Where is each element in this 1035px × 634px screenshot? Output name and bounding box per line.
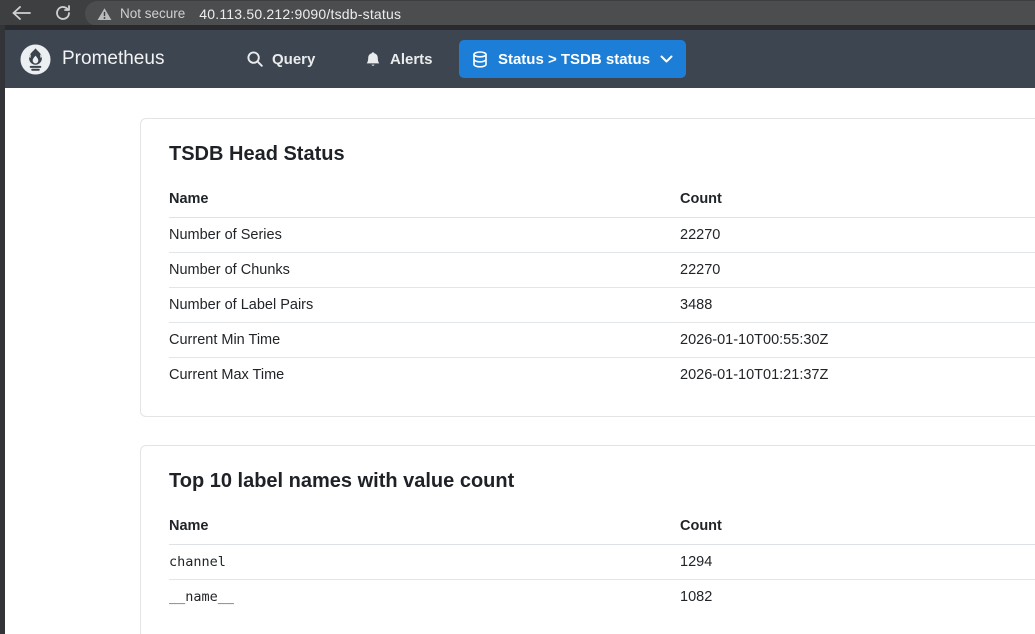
table-row: Current Min Time2026-01-10T00:55:30Z bbox=[169, 323, 1035, 358]
security-label: Not secure bbox=[120, 6, 185, 21]
brand-label: Prometheus bbox=[62, 48, 164, 70]
database-icon bbox=[472, 51, 488, 68]
window-left-edge bbox=[0, 25, 5, 634]
address-bar[interactable]: Not secure 40.113.50.212:9090/tsdb-statu… bbox=[85, 1, 1035, 26]
browser-window: Not secure 40.113.50.212:9090/tsdb-statu… bbox=[0, 0, 1035, 634]
row-name-cell: Number of Chunks bbox=[169, 253, 680, 288]
column-header: Count bbox=[680, 191, 1035, 218]
row-count-cell: 1082 bbox=[680, 580, 1035, 615]
tsdb-head-status-card: TSDB Head Status NameCount Number of Ser… bbox=[140, 118, 1035, 417]
table-row: Number of Series22270 bbox=[169, 218, 1035, 253]
row-name-cell: Current Min Time bbox=[169, 323, 680, 358]
row-name-cell: __name__ bbox=[169, 580, 680, 615]
brand-link[interactable]: Prometheus bbox=[20, 30, 164, 88]
row-name-cell: channel bbox=[169, 545, 680, 580]
row-name-cell: Number of Series bbox=[169, 218, 680, 253]
nav-alerts-label: Alerts bbox=[390, 51, 433, 68]
row-count-cell: 1294 bbox=[680, 545, 1035, 580]
back-button[interactable] bbox=[8, 1, 34, 25]
page-content: TSDB Head Status NameCount Number of Ser… bbox=[0, 88, 1035, 634]
column-header: Name bbox=[169, 518, 680, 545]
prometheus-navbar: Prometheus Query Alerts Status > TSDB st… bbox=[0, 30, 1035, 88]
prometheus-logo-icon bbox=[20, 44, 51, 75]
nav-item-query[interactable]: Query bbox=[247, 30, 315, 88]
row-count-cell: 22270 bbox=[680, 218, 1035, 253]
status-table: NameCount channel1294__name__1082 bbox=[169, 518, 1035, 614]
search-icon bbox=[247, 51, 263, 67]
top-label-names-card: Top 10 label names with value count Name… bbox=[140, 445, 1035, 634]
row-count-cell: 22270 bbox=[680, 253, 1035, 288]
table-header-row: NameCount bbox=[169, 191, 1035, 218]
table-row: Number of Chunks22270 bbox=[169, 253, 1035, 288]
nav-query-label: Query bbox=[272, 51, 315, 68]
row-name-cell: Current Max Time bbox=[169, 358, 680, 393]
url-text: 40.113.50.212:9090/tsdb-status bbox=[199, 6, 401, 22]
back-arrow-icon bbox=[12, 6, 31, 20]
table-row: Number of Label Pairs3488 bbox=[169, 288, 1035, 323]
row-count-cell: 2026-01-10T01:21:37Z bbox=[680, 358, 1035, 393]
card-title: TSDB Head Status bbox=[169, 141, 1035, 167]
not-secure-warning-icon bbox=[97, 7, 112, 21]
column-header: Name bbox=[169, 191, 680, 218]
refresh-icon bbox=[55, 5, 71, 21]
row-count-cell: 3488 bbox=[680, 288, 1035, 323]
table-row: channel1294 bbox=[169, 545, 1035, 580]
browser-toolbar: Not secure 40.113.50.212:9090/tsdb-statu… bbox=[0, 0, 1035, 25]
status-dropdown-label: Status > TSDB status bbox=[498, 51, 650, 68]
row-count-cell: 2026-01-10T00:55:30Z bbox=[680, 323, 1035, 358]
status-dropdown-button[interactable]: Status > TSDB status bbox=[459, 40, 686, 78]
table-row: Current Max Time2026-01-10T01:21:37Z bbox=[169, 358, 1035, 393]
status-table: NameCount Number of Series22270Number of… bbox=[169, 191, 1035, 392]
table-header-row: NameCount bbox=[169, 518, 1035, 545]
nav-item-alerts[interactable]: Alerts bbox=[365, 30, 433, 88]
table-row: __name__1082 bbox=[169, 580, 1035, 615]
card-title: Top 10 label names with value count bbox=[169, 468, 1035, 494]
column-header: Count bbox=[680, 518, 1035, 545]
cards-container: TSDB Head Status NameCount Number of Ser… bbox=[0, 118, 1035, 634]
row-name-cell: Number of Label Pairs bbox=[169, 288, 680, 323]
bell-icon bbox=[365, 51, 381, 68]
refresh-button[interactable] bbox=[50, 1, 76, 25]
chevron-down-icon bbox=[660, 55, 673, 63]
